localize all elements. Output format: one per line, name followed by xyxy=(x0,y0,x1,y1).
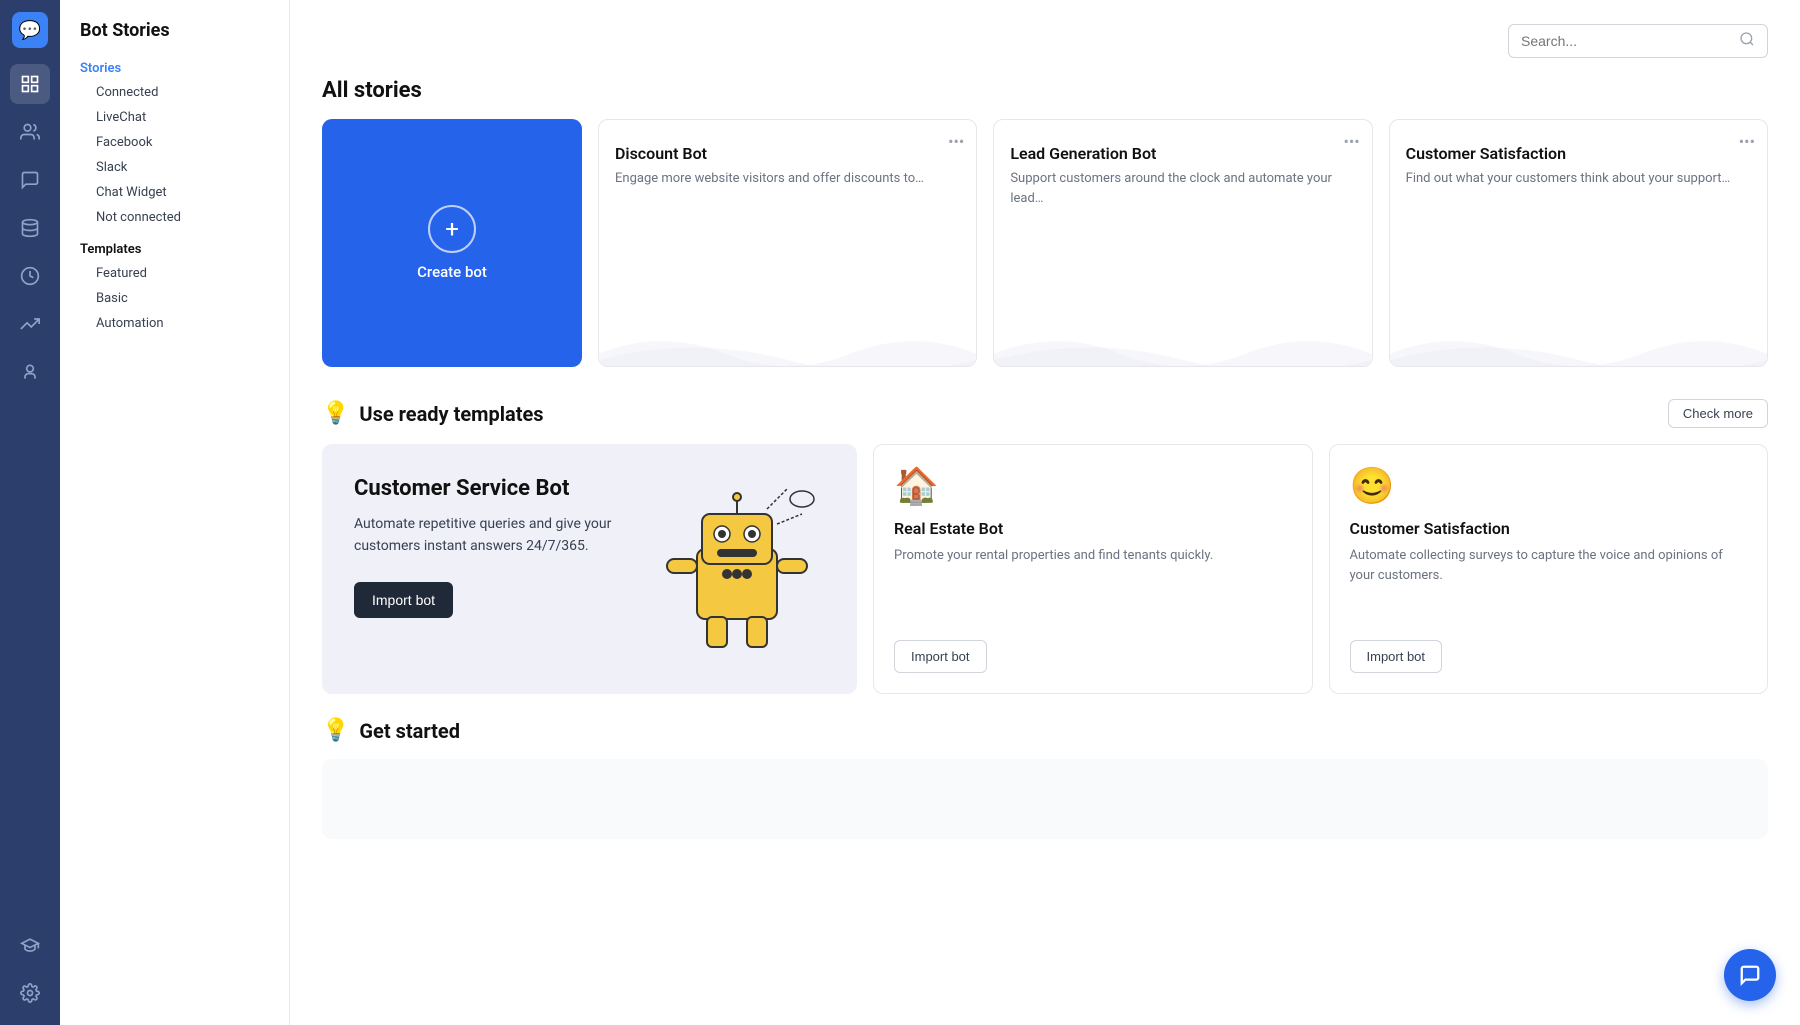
get-started-card xyxy=(322,759,1768,839)
nav-facebook[interactable]: Facebook xyxy=(60,130,289,155)
templates-header-left: 💡 Use ready templates xyxy=(322,401,544,426)
bot-card-1-name: Lead Generation Bot xyxy=(1010,144,1355,163)
nav-templates-header: Templates xyxy=(60,230,289,261)
get-started-header: 💡 Get started xyxy=(322,718,1768,743)
plus-circle-icon: + xyxy=(428,205,476,253)
templates-grid: Customer Service Bot Automate repetitive… xyxy=(322,444,1768,694)
bot-card-0-name: Discount Bot xyxy=(615,144,960,163)
bulb-icon: 💡 xyxy=(322,401,349,426)
nav-icon-history[interactable] xyxy=(10,256,50,296)
nav-chatwidget[interactable]: Chat Widget xyxy=(60,180,289,205)
nav-icon-settings[interactable] xyxy=(10,973,50,1013)
nav-icon-users[interactable] xyxy=(10,112,50,152)
get-started-title: Get started xyxy=(359,719,460,743)
icon-sidebar: 💬 xyxy=(0,0,60,1025)
bot-card-1: ••• Lead Generation Bot Support customer… xyxy=(993,119,1372,367)
page-title: Bot Stories xyxy=(60,20,289,57)
bot-card-2-menu[interactable]: ••• xyxy=(1739,132,1755,151)
main-template-desc: Automate repetitive queries and give you… xyxy=(354,513,634,558)
robot-illustration xyxy=(637,444,837,694)
search-input[interactable] xyxy=(1521,33,1731,49)
bot-card-1-menu[interactable]: ••• xyxy=(1343,132,1359,151)
nav-icon-database[interactable] xyxy=(10,208,50,248)
bot-card-0: ••• Discount Bot Engage more website vis… xyxy=(598,119,977,367)
nav-icon-bots[interactable] xyxy=(10,64,50,104)
template-desc-1: Automate collecting surveys to capture t… xyxy=(1350,546,1748,624)
create-bot-card[interactable]: + Create bot xyxy=(322,119,582,367)
nav-basic[interactable]: Basic xyxy=(60,286,289,311)
nav-stories-label[interactable]: Stories xyxy=(60,57,289,80)
bot-card-1-wave xyxy=(994,316,1371,366)
floating-chat-button[interactable] xyxy=(1724,949,1776,1001)
search-icon xyxy=(1739,31,1755,51)
main-content: All stories + Create bot ••• Discount Bo… xyxy=(290,0,1800,1025)
bot-card-0-menu[interactable]: ••• xyxy=(948,132,964,151)
bot-card-2-desc: Find out what your customers think about… xyxy=(1406,169,1751,189)
template-icon-1: 😊 xyxy=(1350,465,1748,507)
get-started-section: 💡 Get started xyxy=(322,718,1768,839)
template-import-button-0[interactable]: Import bot xyxy=(894,640,987,673)
nav-livechat[interactable]: LiveChat xyxy=(60,105,289,130)
templates-title: Use ready templates xyxy=(359,402,543,426)
main-template-card: Customer Service Bot Automate repetitive… xyxy=(322,444,857,694)
bot-card-2-name: Customer Satisfaction xyxy=(1406,144,1751,163)
template-card-small-1: 😊 Customer Satisfaction Automate collect… xyxy=(1329,444,1769,694)
all-stories-heading: All stories xyxy=(322,78,1768,103)
template-card-small-0: 🏠 Real Estate Bot Promote your rental pr… xyxy=(873,444,1313,694)
templates-section: 💡 Use ready templates Check more Custome… xyxy=(322,399,1768,694)
nav-featured[interactable]: Featured xyxy=(60,261,289,286)
template-desc-0: Promote your rental properties and find … xyxy=(894,546,1292,624)
bot-card-2: ••• Customer Satisfaction Find out what … xyxy=(1389,119,1768,367)
nav-icon-chat[interactable] xyxy=(10,160,50,200)
search-box xyxy=(1508,24,1768,58)
get-started-bulb-icon: 💡 xyxy=(322,718,349,743)
template-name-0: Real Estate Bot xyxy=(894,519,1292,538)
nav-connected[interactable]: Connected xyxy=(60,80,289,105)
create-bot-label: Create bot xyxy=(417,263,487,281)
template-import-button-1[interactable]: Import bot xyxy=(1350,640,1443,673)
bot-card-1-desc: Support customers around the clock and a… xyxy=(1010,169,1355,208)
nav-icon-reports[interactable] xyxy=(10,304,50,344)
check-more-button[interactable]: Check more xyxy=(1668,399,1768,428)
templates-header: 💡 Use ready templates Check more xyxy=(322,399,1768,428)
nav-icon-academy[interactable] xyxy=(10,925,50,965)
main-template-title: Customer Service Bot xyxy=(354,476,634,501)
left-nav: Bot Stories Stories Connected LiveChat F… xyxy=(60,0,290,1025)
template-name-1: Customer Satisfaction xyxy=(1350,519,1748,538)
nav-notconnected[interactable]: Not connected xyxy=(60,205,289,230)
nav-slack[interactable]: Slack xyxy=(60,155,289,180)
top-bar xyxy=(322,24,1768,58)
app-logo: 💬 xyxy=(12,12,48,48)
template-icon-0: 🏠 xyxy=(894,465,1292,507)
nav-automation[interactable]: Automation xyxy=(60,311,289,336)
main-template-import-button[interactable]: Import bot xyxy=(354,582,453,618)
nav-icon-team[interactable] xyxy=(10,352,50,392)
cards-row: + Create bot ••• Discount Bot Engage mor… xyxy=(322,119,1768,367)
bot-card-0-desc: Engage more website visitors and offer d… xyxy=(615,169,960,189)
bot-card-0-wave xyxy=(599,316,976,366)
bot-card-2-wave xyxy=(1390,316,1767,366)
